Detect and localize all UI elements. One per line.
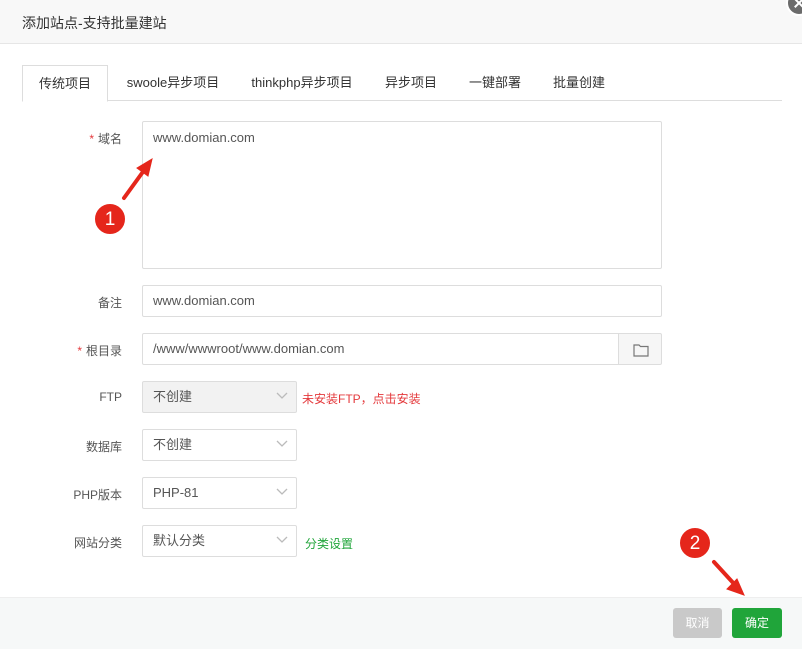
annotation-badge-1: 1 — [94, 203, 126, 235]
annotation-badge-2: 2 — [679, 527, 711, 559]
arrow-to-confirm — [712, 560, 745, 596]
arrow-to-domain — [122, 157, 153, 200]
add-site-dialog: 添加站点-支持批量建站 传统项目 swoole异步项目 thinkphp异步项目… — [0, 0, 802, 649]
